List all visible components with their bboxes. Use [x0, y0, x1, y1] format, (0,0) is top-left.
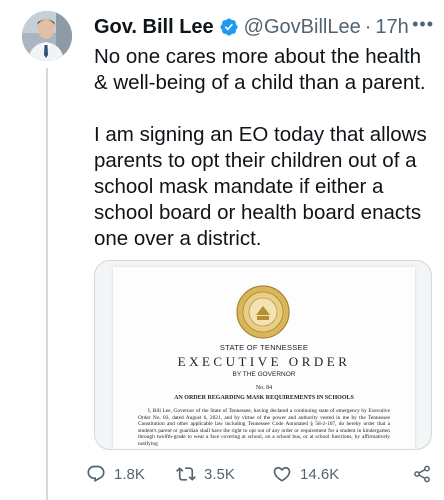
attached-image[interactable]: STATE OF TENNESSEE EXECUTIVE ORDER BY TH… [94, 260, 432, 450]
reply-button[interactable]: 1.8K [86, 462, 145, 486]
doc-paragraph: I, Bill Lee, Governor of the State of Te… [138, 408, 390, 447]
heart-icon [273, 466, 291, 482]
tweet-paragraph: I am signing an EO today that allows par… [94, 123, 427, 250]
doc-title: EXECUTIVE ORDER [177, 354, 351, 369]
share-button[interactable] [412, 462, 432, 486]
doc-state: STATE OF TENNESSEE [219, 343, 309, 352]
avatar[interactable] [22, 11, 72, 61]
reply-count: 1.8K [114, 465, 145, 483]
tweet-text: No one cares more about the health & wel… [94, 44, 430, 252]
like-count: 14.6K [300, 465, 340, 483]
tweet-actions: 1.8K 3.5K 14.6K [86, 462, 438, 486]
reply-icon [87, 465, 105, 483]
avatar-image [22, 11, 72, 61]
share-icon [414, 465, 430, 483]
verified-badge-icon [220, 18, 238, 36]
like-button[interactable]: 14.6K [272, 462, 339, 486]
author-handle[interactable]: @GovBillLee [244, 16, 361, 39]
doc-subtitle: BY THE GOVERNOR [232, 371, 296, 378]
retweet-count: 3.5K [204, 465, 235, 483]
separator-dot: · [364, 15, 372, 38]
retweet-icon [176, 467, 196, 481]
doc-heading: AN ORDER REGARDING MASK REQUIREMENTS IN … [174, 395, 354, 401]
state-seal-icon [236, 285, 290, 339]
executive-order-document: STATE OF TENNESSEE EXECUTIVE ORDER BY TH… [113, 267, 415, 449]
tweet-paragraph: No one cares more about the health & wel… [94, 45, 426, 94]
author-name[interactable]: Gov. Bill Lee [94, 16, 214, 39]
timestamp[interactable]: 17h [375, 16, 408, 39]
retweet-button[interactable]: 3.5K [176, 462, 235, 486]
tweet-header: Gov. Bill Lee @GovBillLee · 17h ••• [94, 14, 434, 40]
doc-number: No. 84 [255, 385, 273, 391]
thread-line [46, 68, 48, 500]
more-options-icon[interactable]: ••• [412, 14, 434, 35]
